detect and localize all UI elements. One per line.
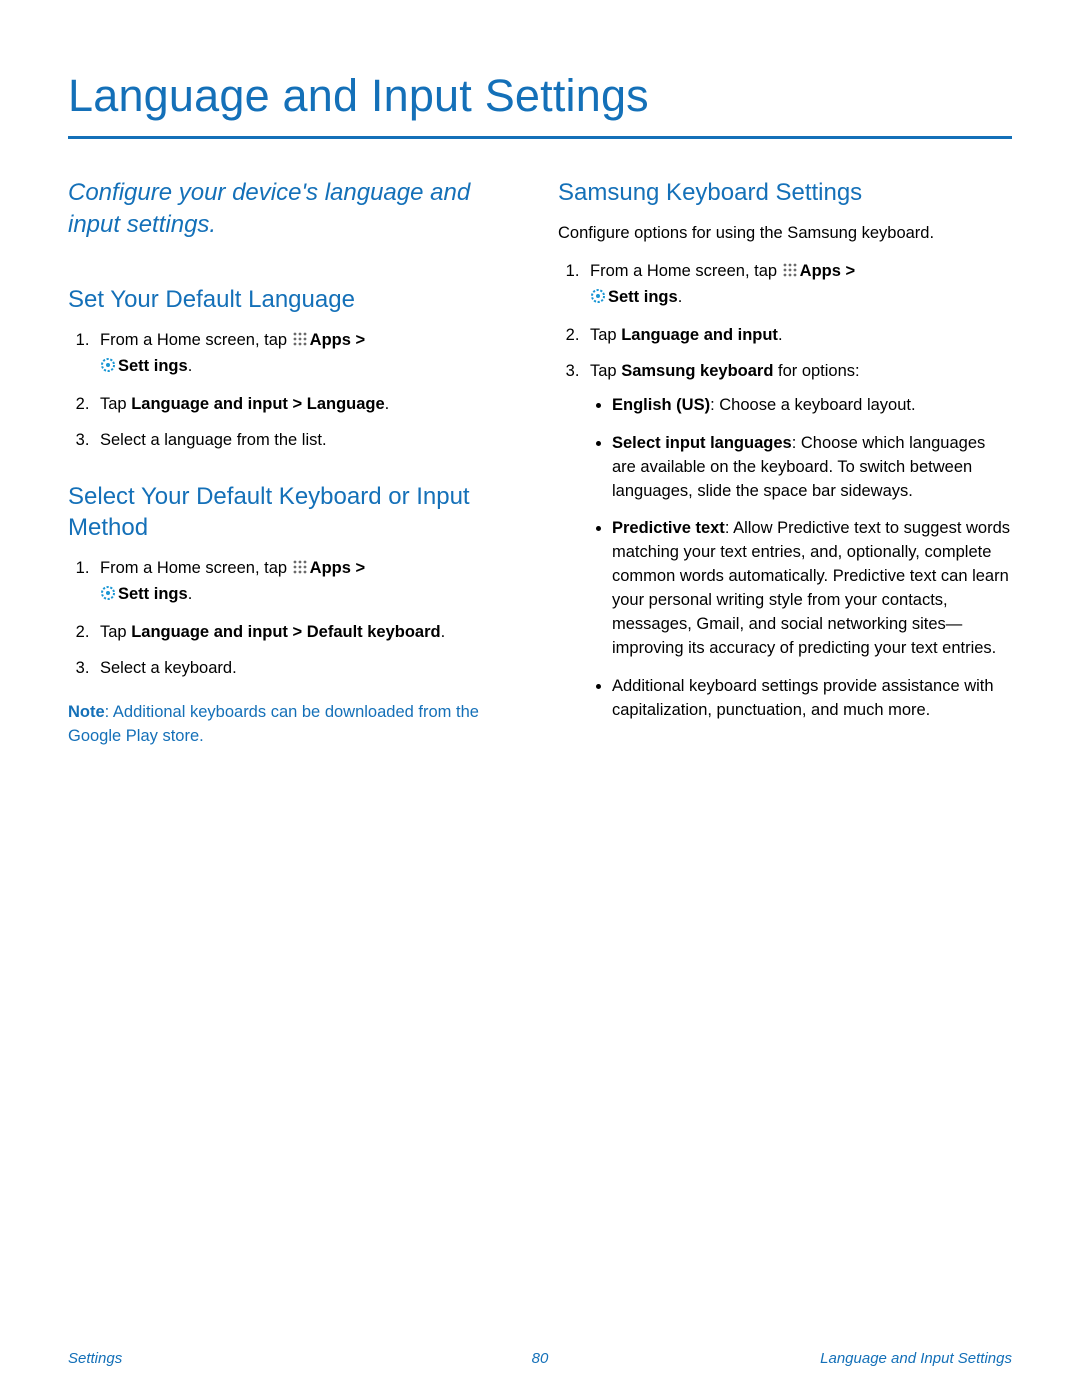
heading-set-default-language: Set Your Default Language	[68, 284, 522, 315]
step-bold: Language and input > Default keyboard	[131, 623, 440, 641]
bullet-text: : Choose a keyboard layout.	[710, 396, 915, 414]
step-text: .	[678, 288, 683, 306]
page-title: Language and Input Settings	[68, 70, 1012, 122]
step-item: From a Home screen, tap Apps > Sett ings…	[94, 557, 522, 609]
note-block: Note: Additional keyboards can be downlo…	[68, 701, 522, 749]
step-bold: Language and input	[621, 326, 778, 344]
bullet-item: English (US): Choose a keyboard layout.	[612, 394, 1012, 418]
settings-label: Sett ings	[118, 357, 188, 375]
step-bold: Language and input > Language	[131, 395, 384, 413]
bullet-item: Select input languages: Choose which lan…	[612, 432, 1012, 504]
step-item: Tap Language and input > Default keyboar…	[94, 621, 522, 645]
step-text: Tap	[590, 326, 621, 344]
step-text: .	[188, 357, 193, 375]
footer-page-number: 80	[532, 1350, 549, 1367]
step-text: From a Home screen, tap	[100, 331, 292, 349]
footer-left: Settings	[68, 1350, 532, 1367]
steps-set-default-language: From a Home screen, tap Apps > Sett ings…	[68, 329, 522, 453]
step-item: From a Home screen, tap Apps > Sett ings…	[584, 260, 1012, 312]
page-content: Language and Input Settings Configure yo…	[0, 0, 1080, 749]
heading-samsung-keyboard: Samsung Keyboard Settings	[558, 177, 1012, 208]
right-column: Samsung Keyboard Settings Configure opti…	[558, 177, 1012, 749]
bullet-bold: Select input languages	[612, 434, 792, 452]
bullet-item: Additional keyboard settings provide ass…	[612, 675, 1012, 723]
step-text: Tap	[100, 395, 131, 413]
step-text: Tap	[590, 362, 621, 380]
step-text: Select a keyboard.	[100, 659, 237, 677]
settings-gear-icon	[100, 357, 116, 381]
samsung-keyboard-options: English (US): Choose a keyboard layout. …	[590, 394, 1012, 723]
apps-label: Apps >	[310, 559, 365, 577]
step-item: From a Home screen, tap Apps > Sett ings…	[94, 329, 522, 381]
step-text: for options:	[773, 362, 859, 380]
steps-select-default-keyboard: From a Home screen, tap Apps > Sett ings…	[68, 557, 522, 681]
intro-text: Configure your device's language and inp…	[68, 177, 522, 242]
samsung-keyboard-intro: Configure options for using the Samsung …	[558, 222, 1012, 246]
title-rule	[68, 136, 1012, 139]
settings-gear-icon	[100, 585, 116, 609]
settings-label: Sett ings	[118, 585, 188, 603]
step-text: .	[385, 395, 390, 413]
note-label: Note	[68, 703, 105, 721]
footer-right: Language and Input Settings	[548, 1350, 1012, 1367]
step-text: .	[441, 623, 446, 641]
apps-grid-icon	[292, 559, 308, 583]
bullet-item: Predictive text: Allow Predictive text t…	[612, 517, 1012, 661]
step-text: .	[188, 585, 193, 603]
steps-samsung-keyboard: From a Home screen, tap Apps > Sett ings…	[558, 260, 1012, 723]
apps-label: Apps >	[310, 331, 365, 349]
apps-grid-icon	[292, 331, 308, 355]
step-text: From a Home screen, tap	[590, 262, 782, 280]
step-text: Tap	[100, 623, 131, 641]
apps-label: Apps >	[800, 262, 855, 280]
heading-select-default-keyboard: Select Your Default Keyboard or Input Me…	[68, 481, 522, 543]
bullet-bold: Predictive text	[612, 519, 725, 537]
step-item: Select a keyboard.	[94, 657, 522, 681]
step-item: Tap Samsung keyboard for options: Englis…	[584, 360, 1012, 723]
step-item: Tap Language and input > Language.	[94, 393, 522, 417]
step-text: From a Home screen, tap	[100, 559, 292, 577]
left-column: Configure your device's language and inp…	[68, 177, 522, 749]
step-text: .	[778, 326, 783, 344]
settings-label: Sett ings	[608, 288, 678, 306]
bullet-bold: English (US)	[612, 396, 710, 414]
page-footer: Settings 80 Language and Input Settings	[68, 1350, 1012, 1367]
apps-grid-icon	[782, 262, 798, 286]
bullet-text: Additional keyboard settings provide ass…	[612, 677, 994, 719]
step-text: Select a language from the list.	[100, 431, 327, 449]
step-bold: Samsung keyboard	[621, 362, 773, 380]
settings-gear-icon	[590, 288, 606, 312]
bullet-text: : Allow Predictive text to suggest words…	[612, 519, 1010, 657]
step-item: Select a language from the list.	[94, 429, 522, 453]
note-text: : Additional keyboards can be downloaded…	[68, 703, 479, 745]
columns: Configure your device's language and inp…	[68, 177, 1012, 749]
step-item: Tap Language and input.	[584, 324, 1012, 348]
